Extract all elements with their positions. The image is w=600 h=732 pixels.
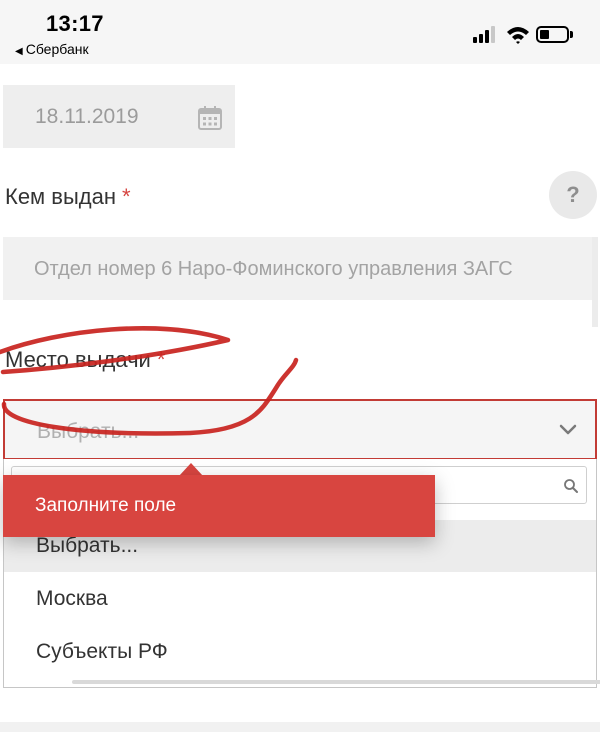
place-of-issue-select[interactable]: Выбрать... — [3, 399, 597, 460]
page-scrollbar[interactable] — [592, 237, 598, 327]
place-of-issue-label-text: Место выдачи — [5, 347, 151, 372]
dropdown-option-regions[interactable]: Субъекты РФ — [4, 626, 596, 678]
place-of-issue-label: Место выдачи * — [5, 347, 165, 373]
status-bar: 13:17 ◀ Сбербанк — [0, 0, 600, 64]
status-time: 13:17 — [46, 11, 104, 36]
dropdown-option-label: Москва — [36, 587, 108, 610]
dropdown-option-moscow[interactable]: Москва — [4, 573, 596, 625]
issuer-field[interactable]: Отдел номер 6 Наро-Фоминского управления… — [3, 237, 597, 300]
issue-date-field[interactable]: 18.11.2019 — [3, 85, 235, 148]
cellular-signal-icon — [473, 26, 499, 43]
back-arrow-icon: ◀ — [15, 46, 23, 57]
issuer-label: Кем выдан * — [5, 184, 131, 210]
battery-icon — [536, 26, 569, 43]
validation-tooltip: Заполните поле — [3, 475, 435, 537]
battery-tip — [570, 31, 573, 38]
dropdown-scrollbar[interactable] — [72, 680, 600, 684]
help-button[interactable]: ? — [549, 171, 597, 219]
dropdown-option-label: Выбрать... — [36, 534, 139, 557]
dropdown-option-label: Субъекты РФ — [36, 640, 168, 663]
required-mark: * — [122, 184, 131, 209]
back-to-app-link[interactable]: ◀ Сбербанк — [15, 41, 89, 57]
chevron-down-icon[interactable] — [558, 423, 578, 437]
issuer-label-text: Кем выдан — [5, 184, 117, 209]
calendar-icon[interactable] — [197, 105, 223, 131]
next-section-edge — [0, 722, 600, 732]
required-mark: * — [156, 347, 166, 372]
wifi-icon — [507, 27, 529, 44]
issuer-value: Отдел номер 6 Наро-Фоминского управления… — [34, 258, 513, 280]
search-icon — [564, 479, 578, 493]
back-app-label: Сбербанк — [25, 41, 89, 57]
validation-message: Заполните поле — [35, 495, 177, 516]
select-current-value: Выбрать... — [37, 420, 140, 443]
issue-date-value: 18.11.2019 — [35, 105, 139, 128]
